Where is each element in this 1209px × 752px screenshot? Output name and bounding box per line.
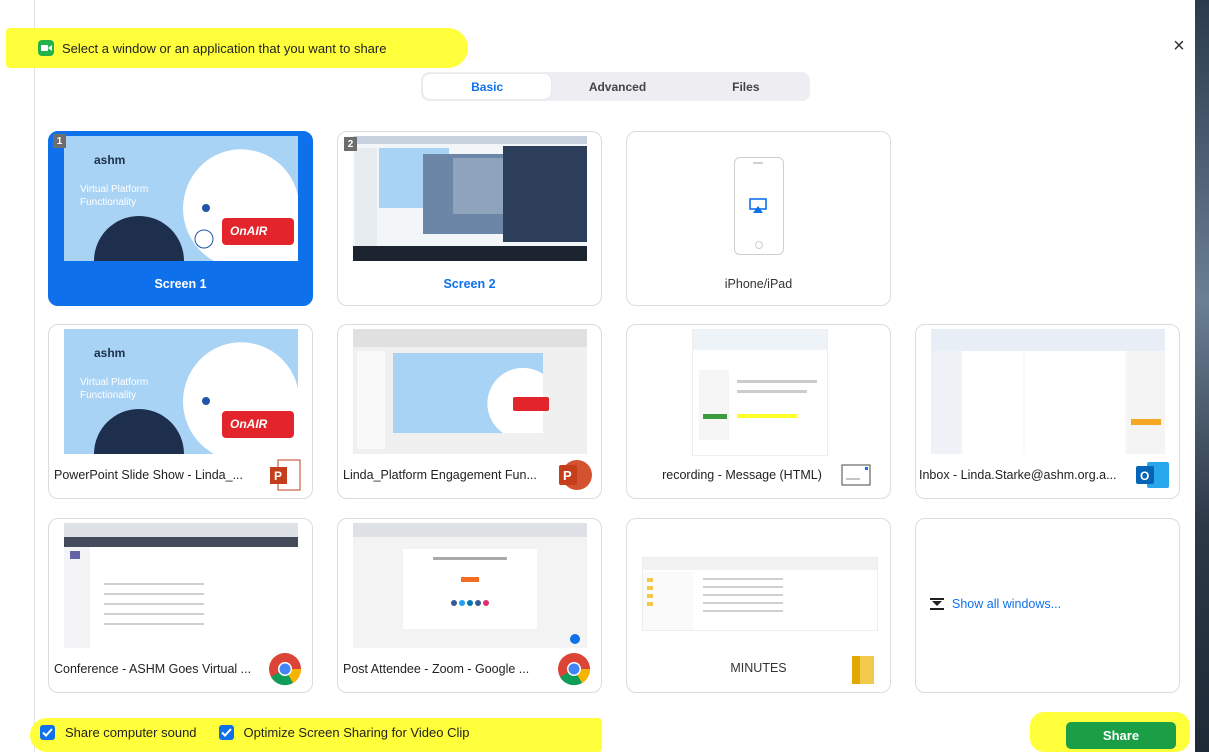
video-camera-icon: [38, 40, 54, 56]
screen-number-badge: 1: [53, 134, 66, 148]
tile-iphone-ipad[interactable]: iPhone/iPad: [626, 131, 891, 306]
slide-onair: OnAIR: [230, 417, 268, 431]
tile-label: recording - Message (HTML): [662, 468, 822, 482]
dialog-title-text: Select a window or an application that y…: [62, 40, 387, 56]
screen-2-thumbnail: [353, 136, 587, 261]
powerpoint-slideshow-icon: P: [270, 459, 301, 491]
slide-subtitle: Functionality: [80, 390, 137, 401]
tile-chrome-post-attendee[interactable]: Post Attendee - Zoom - Google ...: [337, 518, 602, 693]
explorer-thumbnail: [642, 557, 878, 631]
powerpoint-icon: P: [559, 460, 592, 490]
conference-thumbnail: [64, 523, 298, 648]
tile-label: Screen 1: [154, 277, 207, 291]
tile-powerpoint-slideshow[interactable]: ashm Virtual Platform Functionality OnAI…: [48, 324, 313, 499]
tile-label: Linda_Platform Engagement Fun...: [343, 468, 537, 482]
optimize-video-label[interactable]: Optimize Screen Sharing for Video Clip: [244, 725, 470, 740]
tile-minutes-folder[interactable]: MINUTES: [626, 518, 891, 693]
tab-files[interactable]: Files: [682, 72, 810, 101]
tile-chrome-conference[interactable]: Conference - ASHM Goes Virtual ...: [48, 518, 313, 693]
folder-icon: [852, 656, 874, 684]
share-tabs: Basic Advanced Files: [421, 72, 810, 101]
left-window-edge: [0, 0, 35, 752]
iphone-icon: [734, 157, 784, 255]
powerpoint-edit-thumbnail: [353, 329, 587, 454]
slide-subtitle: Functionality: [80, 197, 137, 208]
outlook-thumbnail: [931, 329, 1165, 454]
screen-1-thumbnail: ashm Virtual Platform Functionality OnAI…: [64, 136, 298, 261]
post-attendee-thumbnail: [353, 523, 587, 648]
slide-title: Virtual Platform: [80, 377, 149, 388]
share-options: Share computer sound Optimize Screen Sha…: [40, 725, 469, 740]
slideshow-thumbnail: ashm Virtual Platform Functionality OnAI…: [64, 329, 298, 454]
slide-brand: ashm: [94, 346, 126, 360]
message-icon: [841, 464, 871, 486]
svg-text:O: O: [1140, 469, 1149, 483]
chrome-icon: [269, 653, 302, 686]
outlook-icon: O: [1136, 462, 1169, 488]
tile-label: Conference - ASHM Goes Virtual ...: [54, 662, 252, 676]
tile-screen-1[interactable]: ashm Virtual Platform Functionality OnAI…: [48, 131, 313, 306]
tile-label: Post Attendee - Zoom - Google ...: [343, 662, 530, 676]
show-all-windows-label: Show all windows...: [952, 597, 1062, 611]
tile-recording-message[interactable]: recording - Message (HTML): [626, 324, 891, 499]
message-thumbnail: [692, 329, 828, 456]
desktop-background-strip: [1195, 0, 1209, 752]
chrome-icon: [558, 653, 591, 686]
close-button[interactable]: ×: [1169, 36, 1189, 56]
tile-label: Screen 2: [443, 277, 496, 291]
tile-label: PowerPoint Slide Show - Linda_...: [54, 468, 243, 482]
show-all-windows-link[interactable]: Show all windows...: [930, 597, 1061, 611]
share-button[interactable]: Share: [1066, 722, 1176, 749]
tile-screen-2[interactable]: 2 Screen 2: [337, 131, 602, 306]
expand-icon: [930, 598, 944, 610]
svg-text:P: P: [563, 468, 572, 483]
tile-label: iPhone/iPad: [724, 277, 793, 291]
slide-onair: OnAIR: [230, 224, 268, 238]
tab-advanced[interactable]: Advanced: [553, 72, 681, 101]
tile-outlook-inbox[interactable]: Inbox - Linda.Starke@ashm.org.a... O: [915, 324, 1180, 499]
tile-label: Inbox - Linda.Starke@ashm.org.a...: [919, 468, 1117, 482]
svg-text:P: P: [274, 469, 282, 483]
dialog-title: Select a window or an application that y…: [38, 36, 386, 60]
tile-show-all-windows[interactable]: Show all windows...: [915, 518, 1180, 693]
tile-powerpoint-edit[interactable]: Linda_Platform Engagement Fun... P: [337, 324, 602, 499]
screen-number-badge: 2: [344, 137, 357, 151]
tab-basic[interactable]: Basic: [423, 74, 552, 99]
optimize-video-checkbox[interactable]: [218, 725, 234, 740]
slide-brand: ashm: [94, 153, 126, 167]
share-sound-checkbox[interactable]: [40, 725, 55, 740]
slide-title: Virtual Platform: [80, 184, 149, 195]
share-sound-label[interactable]: Share computer sound: [65, 725, 197, 740]
